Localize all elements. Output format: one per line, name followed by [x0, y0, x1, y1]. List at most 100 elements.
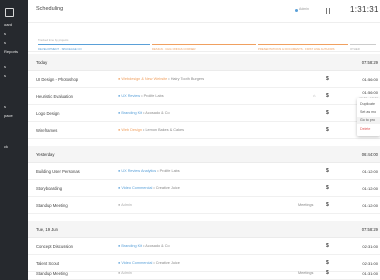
sidebar-item-2[interactable]: s — [0, 39, 6, 46]
entry-duration[interactable]: 01:12:00 — [362, 186, 378, 191]
project-name: Web Design — [121, 128, 142, 132]
entry-tags[interactable]: Meetings — [298, 203, 313, 207]
entry-project[interactable]: ● Branding Kit • Acosado & Co — [118, 244, 170, 248]
sidebar-item-1[interactable]: s — [0, 30, 6, 37]
billable-icon[interactable]: $ — [326, 243, 329, 249]
billable-icon[interactable]: $ — [326, 270, 329, 276]
filter-bar-other[interactable] — [350, 44, 376, 45]
sidebar-item-dashboard[interactable]: oard — [0, 21, 12, 28]
entry-project[interactable]: ● Webdesign & New Website • Hairy Tooth … — [118, 77, 204, 81]
day-header: Today 07:58:29 — [28, 54, 380, 71]
client-name: Creative Juice — [155, 186, 180, 190]
entry-description[interactable]: UI Design - Photoshop — [36, 77, 78, 82]
pause-icon[interactable] — [326, 8, 331, 14]
time-entry-row[interactable]: Heuristic Evaluation ● UX Review • Proli… — [28, 88, 380, 105]
entry-project[interactable]: ● Video Commercial • Creative Juice — [118, 186, 180, 190]
project-name: UX Review — [121, 94, 141, 98]
entry-project[interactable]: ● Video Commercial • Creative Juice — [118, 261, 180, 265]
menu-item-go-to-project[interactable]: Go to pro — [357, 117, 380, 124]
entry-duration[interactable]: 01:12:00 — [362, 203, 378, 208]
client-name: Acosado & Co — [145, 111, 170, 115]
project-name: Video Commercial — [121, 261, 153, 265]
entry-project[interactable]: ● UX Review • Prolife Labs — [118, 94, 164, 98]
sidebar-item-workspace[interactable]: pace — [0, 112, 13, 119]
entry-project[interactable]: ● UX Review Analytics • Prolife Labs — [118, 169, 180, 173]
time-entry-row[interactable]: Standup Meeting ● Admin Meetings $ 01:31… — [28, 267, 380, 280]
entry-description[interactable]: Concept Discussion — [36, 244, 73, 249]
time-entry-row[interactable]: Concept Discussion ● Branding Kit • Acos… — [28, 238, 380, 255]
entry-description[interactable]: Logo Design — [36, 111, 60, 116]
day-total: 07:58:29 — [361, 60, 378, 65]
billable-icon[interactable]: $ — [326, 260, 329, 266]
entry-description[interactable]: Talent Scout — [36, 261, 59, 266]
entry-description[interactable]: Standup Meeting — [36, 271, 68, 276]
entry-description[interactable]: Building User Personas — [36, 169, 80, 174]
page-title: Scheduling — [36, 6, 64, 12]
menu-item-delete[interactable]: Delete — [360, 126, 370, 133]
day-total: 06:44:00 — [361, 152, 378, 157]
filter-bar-design[interactable] — [152, 44, 256, 45]
billable-icon[interactable]: $ — [326, 168, 329, 174]
time-entry-row[interactable]: Building User Personas ● UX Review Analy… — [28, 163, 380, 180]
running-timer: 1:31:31 — [350, 5, 379, 14]
project-name: Branding Kit — [121, 111, 143, 115]
project-name: Admin — [121, 271, 132, 275]
entry-project[interactable]: ● Admin — [118, 271, 132, 275]
admin-status-icon — [295, 9, 298, 12]
billable-icon[interactable]: $ — [326, 127, 329, 133]
entry-description[interactable]: Storyboarding — [36, 186, 62, 191]
divider — [28, 51, 380, 52]
time-entry-row[interactable]: Standup Meeting ● Admin Meetings $ 01:12… — [28, 197, 380, 214]
app-logo-icon[interactable] — [5, 8, 14, 17]
project-name: Video Commercial — [121, 186, 153, 190]
sidebar-item-reports[interactable]: Reports — [0, 48, 18, 55]
filter-bar-presentations[interactable] — [258, 44, 348, 45]
billable-icon[interactable]: $ — [326, 93, 329, 99]
entry-description[interactable]: Standup Meeting — [36, 203, 68, 208]
billable-icon[interactable]: $ — [326, 185, 329, 191]
billable-icon[interactable]: $ — [326, 202, 329, 208]
project-name: Admin — [121, 203, 132, 207]
sidebar-item-track[interactable]: ck — [0, 143, 8, 150]
sidebar-item-7[interactable]: s — [0, 103, 6, 110]
billable-icon[interactable]: $ — [326, 110, 329, 116]
billable-icon[interactable]: $ — [326, 76, 329, 82]
entry-duration[interactable]: 01:56:00 — [362, 90, 378, 95]
client-name: Creative Juice — [155, 261, 180, 265]
time-entry-row[interactable]: Storyboarding ● Video Commercial • Creat… — [28, 180, 380, 197]
entry-description[interactable]: Wireframes — [36, 128, 57, 133]
sidebar-item-5[interactable]: s — [0, 63, 6, 70]
day-label: Tue, 19 Jun — [36, 227, 58, 232]
entry-duration[interactable]: 01:31:00 — [362, 271, 378, 276]
entry-tags[interactable]: Meetings — [298, 271, 313, 275]
day-label: Today — [36, 60, 48, 65]
client-name: Prolife Labs — [143, 94, 164, 98]
day-header: Tue, 19 Jun 07:58:29 — [28, 221, 380, 238]
entry-duration[interactable]: 02:31:00 — [362, 244, 378, 249]
filters-label: Tracked time by projects — [38, 38, 69, 42]
filter-bar-development[interactable] — [38, 44, 150, 45]
entry-description[interactable]: Heuristic Evaluation — [36, 94, 73, 99]
project-name: UX Review Analytics — [121, 169, 157, 173]
client-name: Acosado & Co — [145, 244, 170, 248]
entry-duration[interactable]: 01:12:00 — [362, 169, 378, 174]
tag-icon[interactable]: ⌂ — [313, 93, 315, 98]
time-entry-row[interactable]: Logo Design ● Branding Kit • Acosado & C… — [28, 105, 380, 122]
menu-item-set-as[interactable]: Set as mo — [360, 109, 376, 116]
project-name: Webdesign & New Website — [121, 77, 168, 81]
entry-duration[interactable]: 02:31:00 — [362, 261, 378, 266]
client-name: Hairy Tooth Burgers — [170, 77, 205, 81]
entry-project[interactable]: ● Admin — [118, 203, 132, 207]
time-entry-row[interactable]: Wireframes ● Web Design • Lemon Bakes & … — [28, 122, 380, 139]
top-bar: Scheduling Admin 1:31:31 — [28, 0, 380, 23]
client-name: Lemon Bakes & Cakes — [145, 128, 185, 132]
entry-duration[interactable]: 01:56:00 — [362, 77, 378, 82]
sidebar: oard s s Reports s s s pace ck — [0, 0, 28, 280]
sidebar-item-6[interactable]: s — [0, 72, 6, 79]
day-total: 07:58:29 — [361, 227, 378, 232]
workspace-label[interactable]: Admin — [299, 7, 309, 11]
time-entry-row[interactable]: UI Design - Photoshop ● Webdesign & New … — [28, 71, 380, 88]
menu-item-duplicate[interactable]: Duplicate — [360, 101, 375, 108]
entry-project[interactable]: ● Web Design • Lemon Bakes & Cakes — [118, 128, 184, 132]
entry-project[interactable]: ● Branding Kit • Acosado & Co — [118, 111, 170, 115]
